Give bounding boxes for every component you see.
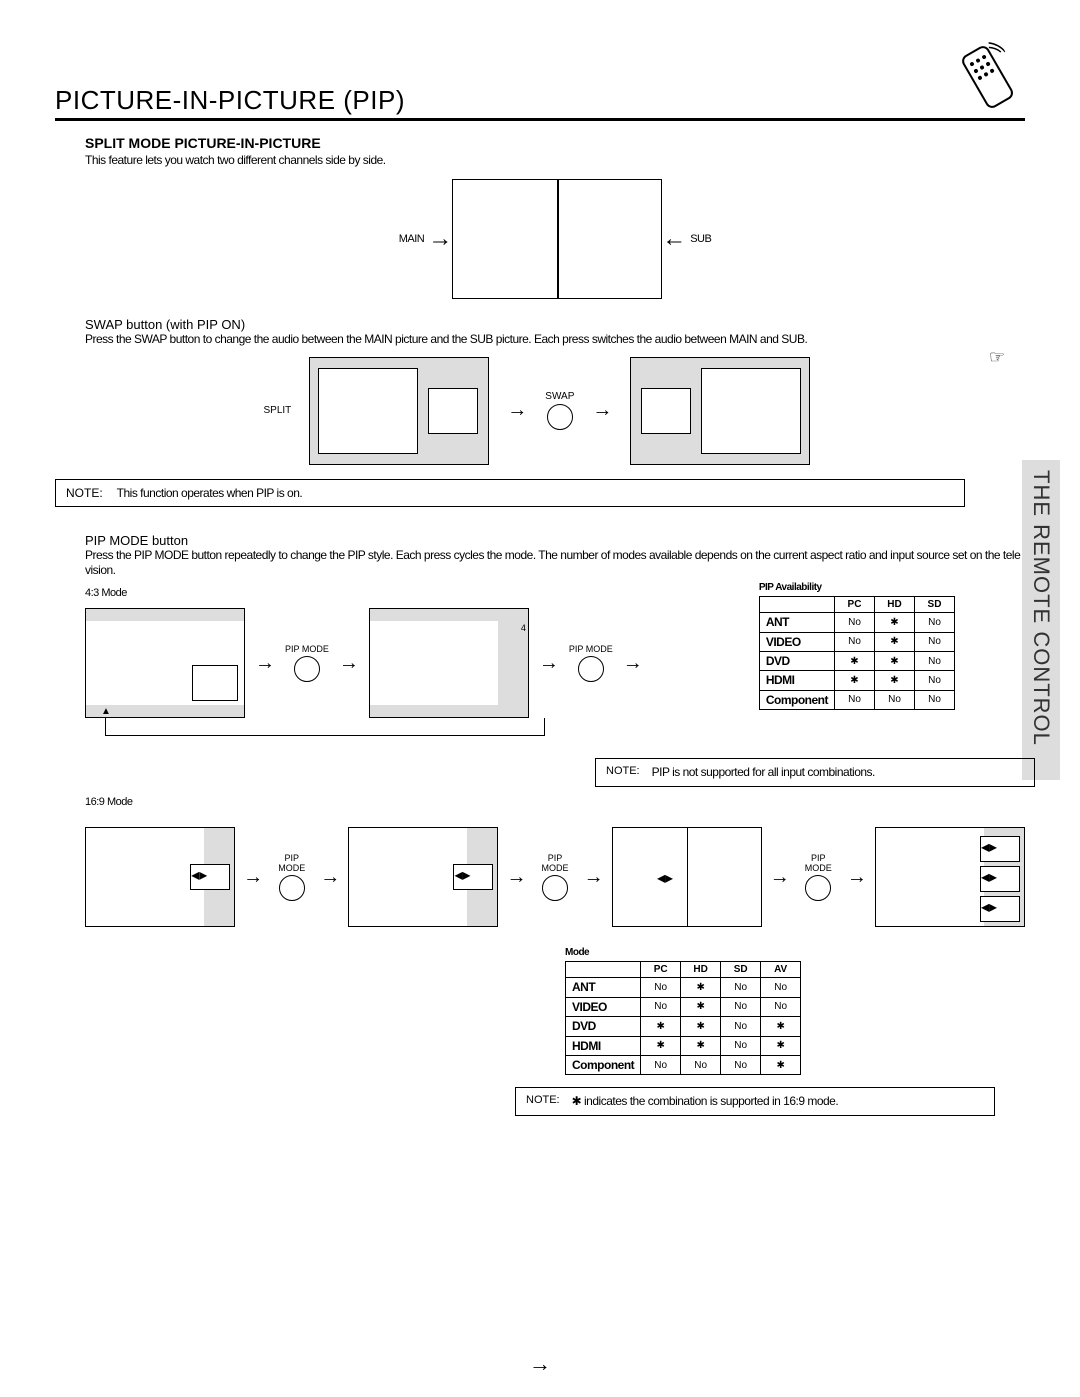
tv-169-state2: ◂▸ — [348, 827, 498, 927]
arrow-icon: → — [506, 866, 526, 889]
main-label: MAIN — [399, 233, 425, 246]
note-label: NOTE: — [66, 486, 103, 500]
arrow-icon: → — [255, 652, 275, 675]
page-title: PICTURE-IN-PICTURE (PIP) — [55, 85, 405, 116]
pip-mode-btn-label: PIP MODE — [285, 644, 329, 654]
table2-title: Mode — [565, 947, 1025, 959]
swap-desc: Press the SWAP button to change the audi… — [85, 332, 1025, 346]
title-row: PICTURE-IN-PICTURE (PIP) — [55, 40, 1025, 121]
note-box-3: NOTE: ✱ indicates the combination is sup… — [515, 1087, 995, 1115]
tv-169-state1: ◂▸ — [85, 827, 235, 927]
arrow-icon: → — [584, 866, 604, 889]
pip-availability-table-43: PCHDSD ANTNo✱No VIDEONo✱No DVD✱✱No HDMI✱… — [759, 596, 955, 710]
note-box-1: NOTE: This function operates when PIP is… — [55, 479, 965, 507]
arrow-left-icon: ← — [662, 225, 686, 253]
pip-mode-desc: Press the PIP MODE button repeatedly to … — [85, 548, 1025, 577]
arrow-right-icon: → — [428, 225, 452, 253]
swap-button-label: SWAP — [545, 391, 574, 402]
hand-point-icon: ☞ — [989, 347, 1005, 368]
note-box-2: NOTE: PIP is not supported for all input… — [595, 758, 1035, 786]
pip-mode-button-icon — [578, 656, 604, 682]
arrow-icon: → — [623, 652, 643, 675]
tv-after-swap — [630, 357, 810, 465]
continue-arrow-icon: → — [529, 1351, 551, 1377]
tv-169-state4: ◂▸ ◂▸ ◂▸ — [875, 827, 1025, 927]
split-diagram: MAIN → ← SUB — [85, 179, 1025, 299]
split-mode-desc: This feature lets you watch two differen… — [85, 153, 1025, 167]
split-label: SPLIT — [263, 405, 291, 416]
arrow-icon: → — [592, 399, 612, 422]
swap-diagram-row: SPLIT → SWAP → — [85, 357, 989, 465]
pip-mode-btn-label: PIP MODE — [569, 644, 613, 654]
note-label: NOTE: — [606, 765, 640, 779]
pip-mode-button-icon — [279, 875, 305, 901]
split-screen-diagram — [452, 179, 662, 299]
table1-title: PIP Availability — [759, 582, 955, 594]
arrow-icon: → — [507, 399, 527, 422]
arrow-icon: → — [339, 652, 359, 675]
pip-169-flow: ◂▸ → PIP MODE → ◂▸ → PIP MODE → ◂▸ → PIP… — [85, 827, 1025, 927]
remote-control-icon — [953, 33, 1030, 118]
sub-label: SUB — [690, 233, 711, 246]
swap-button-icon — [547, 404, 573, 430]
pip-mode-button-icon — [294, 656, 320, 682]
pip-mode-heading: PIP MODE button — [85, 533, 1025, 548]
arrow-icon: → — [539, 652, 559, 675]
aspect-169-label: 16:9 Mode — [85, 796, 1025, 809]
pip-mode-button-icon — [542, 875, 568, 901]
tv-before-swap — [309, 357, 489, 465]
swap-heading: SWAP button (with PIP ON) — [85, 317, 1025, 332]
pip-availability-table-169: PCHDSDAV ANTNo✱NoNo VIDEONo✱NoNo DVD✱✱No… — [565, 961, 801, 1075]
arrow-icon: → — [770, 866, 790, 889]
note-label: NOTE: — [526, 1094, 560, 1108]
arrow-icon: → — [243, 866, 263, 889]
page-content: PICTURE-IN-PICTURE (PIP) SPLIT MODE PICT… — [0, 0, 1080, 1156]
pip-mode-button-icon — [805, 875, 831, 901]
note-text: This function operates when PIP is on. — [117, 486, 303, 500]
tv-43-state1 — [85, 608, 245, 718]
tv-43-state2: 4 — [369, 608, 529, 718]
arrow-icon: → — [847, 866, 867, 889]
loopback-arrow — [105, 718, 545, 736]
tv-169-state3: ◂▸ — [612, 827, 762, 927]
split-mode-heading: SPLIT MODE PICTURE-IN-PICTURE — [85, 135, 1025, 151]
arrow-icon: → — [320, 866, 340, 889]
note-text: PIP is not supported for all input combi… — [652, 765, 875, 779]
note-text: ✱ indicates the combination is supported… — [572, 1094, 839, 1108]
